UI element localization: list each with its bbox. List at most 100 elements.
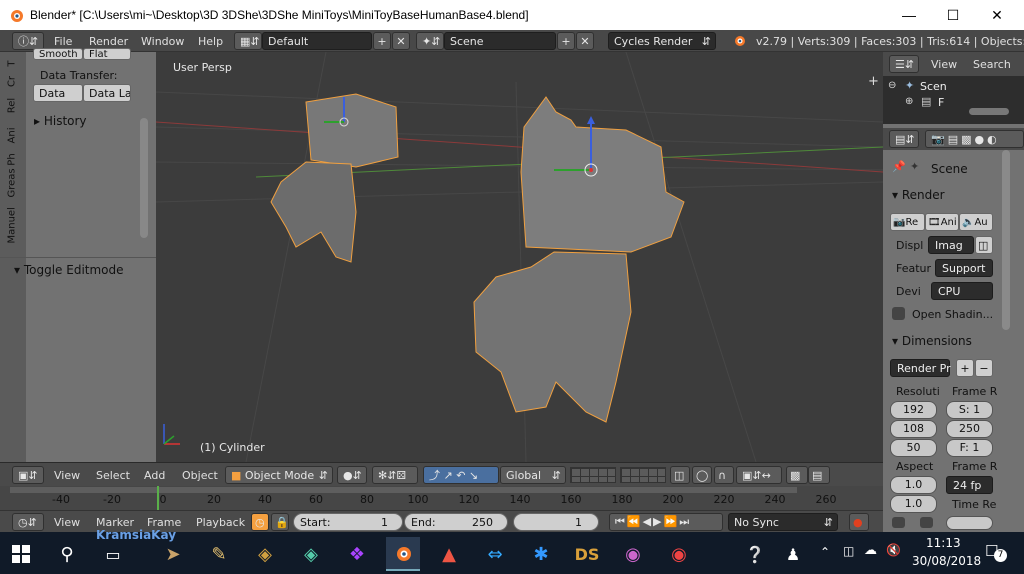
render-engine-dropdown[interactable]: Cycles Render ⇵ [608, 32, 716, 50]
menu-help[interactable]: Help [198, 35, 223, 48]
display-lock-icon[interactable]: ◫ [975, 236, 993, 254]
manipulator-buttons[interactable]: ⤴ ↗ ↶ ↘ [423, 466, 499, 484]
record-button[interactable]: ● [849, 513, 869, 531]
resolution-y-field[interactable]: 108 [890, 420, 937, 438]
device-dropdown[interactable]: CPU [931, 282, 993, 300]
outliner-child-item[interactable]: F [938, 96, 944, 109]
scene-icon[interactable]: ✦⇵ [416, 32, 444, 50]
flat-button[interactable]: Flat [83, 48, 131, 60]
outliner-editor-type-button[interactable]: ☰⇵ [889, 55, 919, 73]
menu-playback[interactable]: Playback [196, 516, 245, 529]
remove-layout-button[interactable]: ✕ [392, 32, 410, 50]
expand-icon[interactable]: ⊕ [905, 96, 913, 107]
3d-viewport[interactable]: User Persp (1) Cylinder + [156, 52, 883, 462]
search-icon[interactable]: ⚲ [50, 537, 84, 571]
tab-tools[interactable]: T [7, 56, 18, 72]
remove-preset-button[interactable]: − [975, 359, 993, 377]
chrome-icon[interactable]: ◉ [662, 537, 696, 571]
lock-layers-icon[interactable]: ◫ [670, 466, 690, 484]
history-panel-header[interactable]: ▸ History [34, 114, 87, 128]
properties-editor-type-button[interactable]: ▤⇵ [889, 130, 919, 148]
start-frame-field[interactable]: Start: 1 [293, 513, 403, 531]
app-icon-1[interactable]: ➤ [156, 537, 190, 571]
layer-grid-2[interactable] [620, 467, 666, 483]
outliner-menu-search[interactable]: Search [973, 58, 1011, 71]
aspect-y-field[interactable]: 1.0 [890, 495, 937, 513]
mode-dropdown[interactable]: ■ Object Mode ⇵ [225, 466, 333, 484]
layer-grid-1[interactable] [570, 467, 616, 483]
start-button[interactable] [4, 537, 38, 571]
unreal-icon-1[interactable]: ◈ [248, 537, 282, 571]
clock-date[interactable]: 30/08/2018 [912, 554, 981, 568]
data-button[interactable]: Data [33, 84, 83, 102]
tray-app-icon[interactable]: ◫ [843, 544, 854, 558]
timeline-area[interactable]: -40 -20 0 20 40 60 80 100 120 140 160 180 200 220 240 2… [0, 486, 883, 510]
tab-animation[interactable]: Ani [7, 128, 18, 144]
close-button[interactable]: ✕ [974, 0, 1020, 30]
feature-set-dropdown[interactable]: Support [935, 259, 993, 277]
clock-time[interactable]: 11:13 [926, 536, 961, 550]
tray-chevron-icon[interactable]: ⌃ [820, 545, 830, 559]
tab-grease-pencil[interactable]: Greas [7, 168, 18, 197]
outliner-menu-view[interactable]: View [931, 58, 957, 71]
ds-app-icon[interactable]: DS [570, 537, 604, 571]
add-scene-button[interactable]: + [557, 32, 575, 50]
display-dropdown[interactable]: Imag [928, 236, 974, 254]
frame-start-field[interactable]: S: 1 [946, 401, 993, 419]
open-shading-checkbox[interactable] [892, 307, 905, 320]
menu-add[interactable]: Add [144, 469, 165, 482]
properties-context-tabs[interactable]: 📷▤▩●◐ [925, 130, 1024, 148]
cube-app-icon[interactable]: ❖ [340, 537, 374, 571]
frame-end-field[interactable]: 250 [946, 420, 993, 438]
data-layout-button[interactable]: Data La [83, 84, 131, 102]
tab-create[interactable]: Cr [7, 74, 18, 90]
outliner-scrollbar[interactable] [969, 108, 1009, 115]
help-icon[interactable]: ❔ [738, 537, 772, 571]
border-checkbox[interactable] [892, 517, 905, 528]
notifications-button[interactable]: ☐ 7 [985, 542, 1007, 562]
proportional-icon[interactable]: ◯ [692, 466, 712, 484]
tab-relations[interactable]: Rel [7, 98, 18, 114]
collapse-icon[interactable]: ⊖ [888, 80, 896, 91]
app-icon-rainbow[interactable]: ▲ [432, 537, 466, 571]
render-camera-icon[interactable]: ▩ [786, 466, 808, 484]
end-frame-field[interactable]: End: 250 [404, 513, 508, 531]
render-image-button[interactable]: 📷 Re [890, 213, 925, 231]
aspect-x-field[interactable]: 1.0 [890, 476, 937, 494]
snap-magnet-icon[interactable]: ∩ [714, 466, 734, 484]
render-animation-icon[interactable]: ▤ [808, 466, 830, 484]
app-icon-purple[interactable]: ◉ [616, 537, 650, 571]
record-clock-icon[interactable]: ◷ [251, 513, 269, 531]
resolution-x-field[interactable]: 192 [890, 401, 937, 419]
timeline-editor-type-button[interactable]: ◷⇵ [12, 513, 44, 531]
scene-field[interactable]: Scene [444, 32, 556, 50]
menu-object[interactable]: Object [182, 469, 218, 482]
cloud-icon[interactable]: ☁ [864, 543, 877, 558]
frame-step-field[interactable]: F: 1 [946, 439, 993, 457]
maximize-button[interactable]: ☐ [930, 0, 976, 30]
menu-render[interactable]: Render [89, 35, 128, 48]
time-remap-old-field[interactable] [946, 516, 993, 530]
tool-shelf-scrollbar[interactable] [140, 118, 148, 238]
crop-checkbox[interactable] [920, 517, 933, 528]
menu-view[interactable]: View [54, 516, 80, 529]
render-panel-header[interactable]: ▾ Render [892, 188, 945, 202]
task-view-icon[interactable]: ▭ [96, 537, 130, 571]
menu-select[interactable]: Select [96, 469, 130, 482]
properties-scrollbar[interactable] [1002, 150, 1010, 330]
menu-file[interactable]: File [54, 35, 72, 48]
current-frame-field[interactable]: 1 [513, 513, 599, 531]
smooth-button[interactable]: Smooth [33, 48, 83, 60]
shading-dropdown[interactable]: ●⇵ [337, 466, 367, 484]
tab-manuel[interactable]: Manuel [7, 207, 18, 243]
render-animation-button[interactable]: 🎞 Ani [925, 213, 959, 231]
tab-physics[interactable]: Ph [7, 152, 18, 168]
unreal-icon-2[interactable]: ◈ [294, 537, 328, 571]
layout-field[interactable]: Default [262, 32, 372, 50]
playback-controls[interactable]: ⏮⏪◀▶⏩⏭ [609, 513, 723, 531]
dimensions-panel-header[interactable]: ▾ Dimensions [892, 334, 972, 348]
menu-window[interactable]: Window [141, 35, 184, 48]
add-preset-button[interactable]: + [956, 359, 974, 377]
remove-scene-button[interactable]: ✕ [576, 32, 594, 50]
frame-rate-dropdown[interactable]: 24 fp [946, 476, 993, 494]
